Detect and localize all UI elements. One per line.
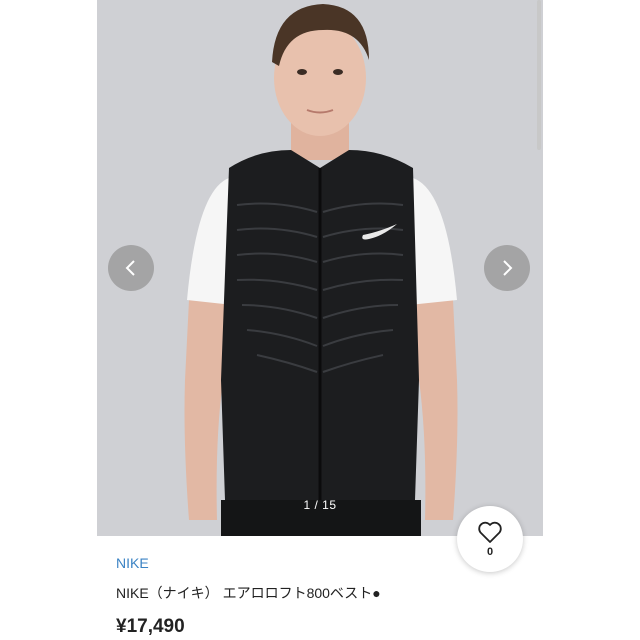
gallery-prev-button[interactable] — [108, 245, 154, 291]
product-photo — [97, 0, 543, 536]
chevron-right-icon — [503, 260, 513, 276]
scrollbar[interactable] — [537, 0, 541, 150]
gallery-counter: 1 / 15 — [303, 498, 337, 512]
product-title: NIKE（ナイキ） エアロロフト800ベスト● — [116, 585, 381, 601]
chevron-left-icon — [125, 260, 135, 276]
product-price: ¥17,490 — [116, 616, 185, 637]
like-button[interactable]: 0 — [457, 506, 523, 572]
gallery-next-button[interactable] — [484, 245, 530, 291]
page-margin — [543, 0, 640, 640]
brand-link[interactable]: NIKE — [116, 555, 149, 571]
heart-icon — [478, 521, 502, 543]
like-count: 0 — [486, 546, 494, 558]
product-image-gallery[interactable] — [97, 0, 543, 536]
